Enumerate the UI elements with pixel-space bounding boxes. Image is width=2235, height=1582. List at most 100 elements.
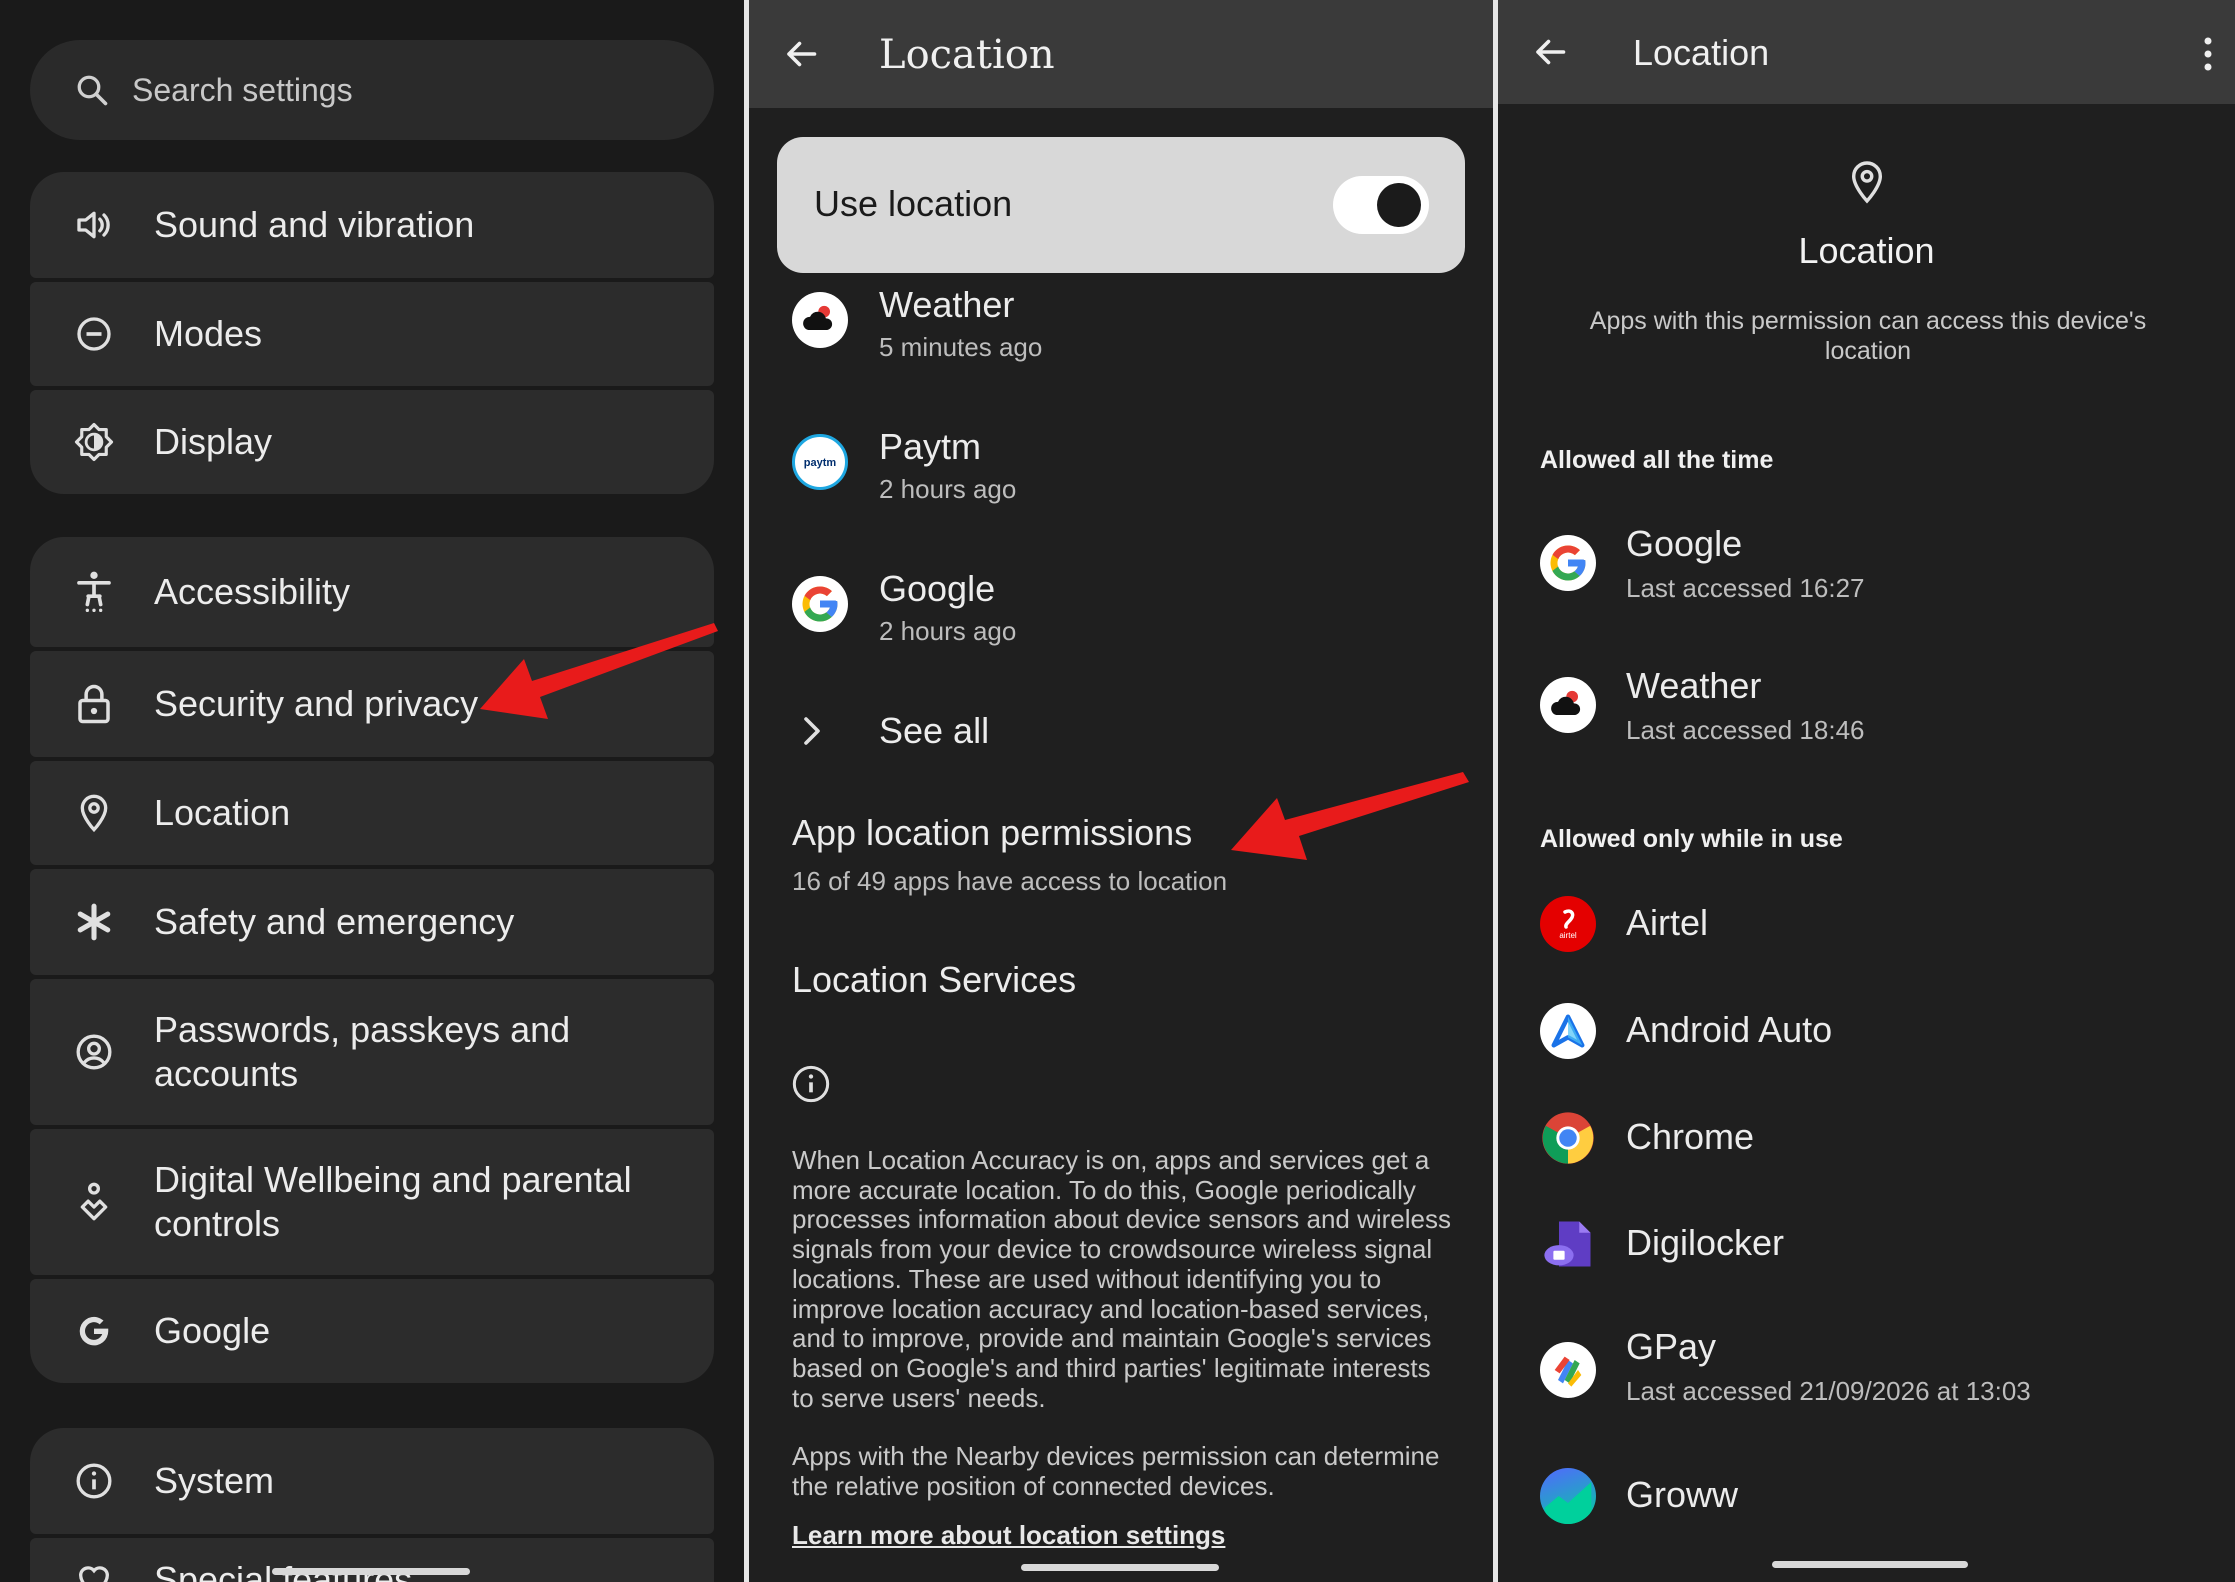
app-name: Weather (879, 284, 1015, 325)
settings-item-label: Accessibility (154, 571, 351, 612)
page-title: Location (1633, 32, 1770, 73)
settings-item-location[interactable]: Location (30, 761, 714, 865)
settings-item-modes[interactable]: Modes (30, 282, 714, 386)
red-arrow-annotation (1231, 772, 1469, 860)
back-arrow-icon[interactable] (1532, 34, 1568, 70)
search-input[interactable]: Search settings (132, 72, 353, 109)
app-name: Groww (1626, 1474, 1739, 1515)
settings-item-display[interactable]: Display (30, 390, 714, 494)
app-name: Weather (1626, 665, 1762, 706)
section-header-always: Allowed all the time (1540, 446, 1774, 474)
recent-app-row[interactable]: paytm Paytm 2 hours ago (749, 422, 1493, 532)
settings-item-label: Sound and vibration (154, 204, 475, 245)
google-icon (1540, 535, 1596, 591)
modes-icon (72, 312, 116, 356)
app-permission-row[interactable]: GPay Last accessed 21/09/2026 at 13:03 (1498, 1318, 2235, 1418)
weather-icon (792, 292, 848, 348)
recent-app-row[interactable]: Weather 5 minutes ago (749, 280, 1493, 390)
app-permission-row[interactable]: Weather Last accessed 18:46 (1498, 657, 2235, 757)
app-permission-row[interactable]: Google Last accessed 16:27 (1498, 515, 2235, 615)
app-name: Android Auto (1626, 1009, 1833, 1050)
settings-item-label: Security and privacy (154, 683, 479, 724)
android-auto-icon (1540, 1003, 1596, 1059)
location-pin-icon (72, 791, 116, 835)
settings-item-label: Safety and emergency (154, 901, 515, 942)
app-bar: Location (749, 0, 1493, 108)
page-title: Location (879, 32, 1055, 78)
location-screen: Location Use location Weather 5 minutes … (749, 0, 1493, 1582)
app-permissions-subtitle: 16 of 49 apps have access to location (792, 866, 1228, 896)
recent-app-row[interactable]: Google 2 hours ago (749, 564, 1493, 674)
learn-more-link[interactable]: Learn more about location settings (792, 1520, 1225, 1551)
settings-item-sound[interactable]: Sound and vibration (30, 172, 714, 278)
gesture-nav-handle[interactable] (1772, 1561, 1968, 1568)
gesture-nav-handle[interactable] (1021, 1564, 1219, 1571)
settings-item-label: System (154, 1460, 275, 1501)
settings-item-label: Display (154, 421, 273, 462)
settings-item-safety[interactable]: Safety and emergency (30, 869, 714, 975)
settings-item-label: Location (154, 792, 291, 833)
use-location-toggle[interactable] (1333, 176, 1429, 234)
gpay-icon (1540, 1342, 1596, 1398)
settings-item-label: Google (154, 1310, 271, 1351)
app-last-accessed: Last accessed 16:27 (1626, 573, 1865, 603)
app-name: Google (1626, 523, 1743, 564)
weather-icon (1540, 677, 1596, 733)
accessibility-icon (72, 570, 116, 614)
settings-item-label: Modes (154, 313, 263, 354)
digilocker-icon (1540, 1216, 1596, 1272)
svg-text:paytm: paytm (804, 457, 837, 469)
app-name: Chrome (1626, 1116, 1755, 1157)
app-permissions-title: App location permissions (792, 812, 1193, 853)
settings-item-passwords[interactable]: Passwords, passkeys and accounts (30, 979, 714, 1125)
settings-item-label: Passwords, passkeys and accounts (154, 1009, 571, 1094)
special-icon (72, 1558, 116, 1582)
app-permission-row[interactable]: Android Auto (1498, 997, 2235, 1067)
app-time: 5 minutes ago (879, 332, 1043, 362)
settings-item-wellbeing[interactable]: Digital Wellbeing and parental controls (30, 1129, 714, 1275)
app-name: Google (879, 568, 996, 609)
app-time: 2 hours ago (879, 474, 1017, 504)
location-services-title: Location Services (792, 959, 1077, 1000)
back-arrow-icon[interactable] (783, 36, 819, 72)
section-header-in-use: Allowed only while in use (1540, 825, 1843, 853)
app-name: Paytm (879, 426, 982, 467)
info-icon (72, 1459, 116, 1503)
use-location-label: Use location (814, 183, 1013, 224)
wellbeing-icon (72, 1180, 116, 1224)
app-time: 2 hours ago (879, 616, 1017, 646)
header-title: Location (1798, 230, 1935, 271)
account-circle-icon (72, 1030, 116, 1074)
gesture-nav-handle[interactable] (272, 1568, 470, 1575)
location-pin-icon (1851, 161, 1882, 204)
app-last-accessed: Last accessed 21/09/2026 at 13:03 (1626, 1376, 2031, 1406)
app-permission-row[interactable]: Groww (1498, 1462, 2235, 1532)
nearby-devices-info: Apps with the Nearby devices permission … (792, 1441, 1440, 1501)
location-permission-screen: Location Location Apps with this permiss… (1498, 0, 2235, 1582)
app-permission-row[interactable]: Chrome (1498, 1104, 2235, 1174)
google-icon (792, 576, 848, 632)
header-description: Apps with this permission can access thi… (1589, 307, 2147, 365)
groww-icon (1540, 1468, 1596, 1524)
search-bar[interactable]: Search settings (30, 40, 714, 140)
volume-icon (72, 203, 116, 247)
settings-item-google[interactable]: Google (30, 1279, 714, 1383)
brightness-icon (72, 420, 116, 464)
header-icon-wrap (1498, 158, 2235, 211)
app-name: Airtel (1626, 902, 1709, 943)
location-services-row[interactable]: Location Services (749, 955, 1493, 1015)
paytm-icon: paytm (792, 434, 848, 490)
airtel-icon: airtel (1540, 896, 1596, 952)
lock-icon (72, 682, 116, 726)
settings-item-special[interactable]: Special features (30, 1538, 714, 1582)
see-all-row[interactable]: See all (749, 700, 1493, 766)
chrome-icon (1540, 1110, 1596, 1166)
google-g-icon (72, 1309, 116, 1353)
app-bar: Location (1498, 0, 2235, 104)
app-permission-row[interactable]: airtel Airtel (1498, 890, 2235, 960)
app-permission-row[interactable]: Digilocker (1498, 1210, 2235, 1280)
use-location-card[interactable]: Use location (777, 137, 1465, 273)
settings-item-system[interactable]: System (30, 1428, 714, 1534)
more-vert-icon[interactable] (2203, 36, 2213, 72)
app-name: GPay (1626, 1326, 1717, 1367)
